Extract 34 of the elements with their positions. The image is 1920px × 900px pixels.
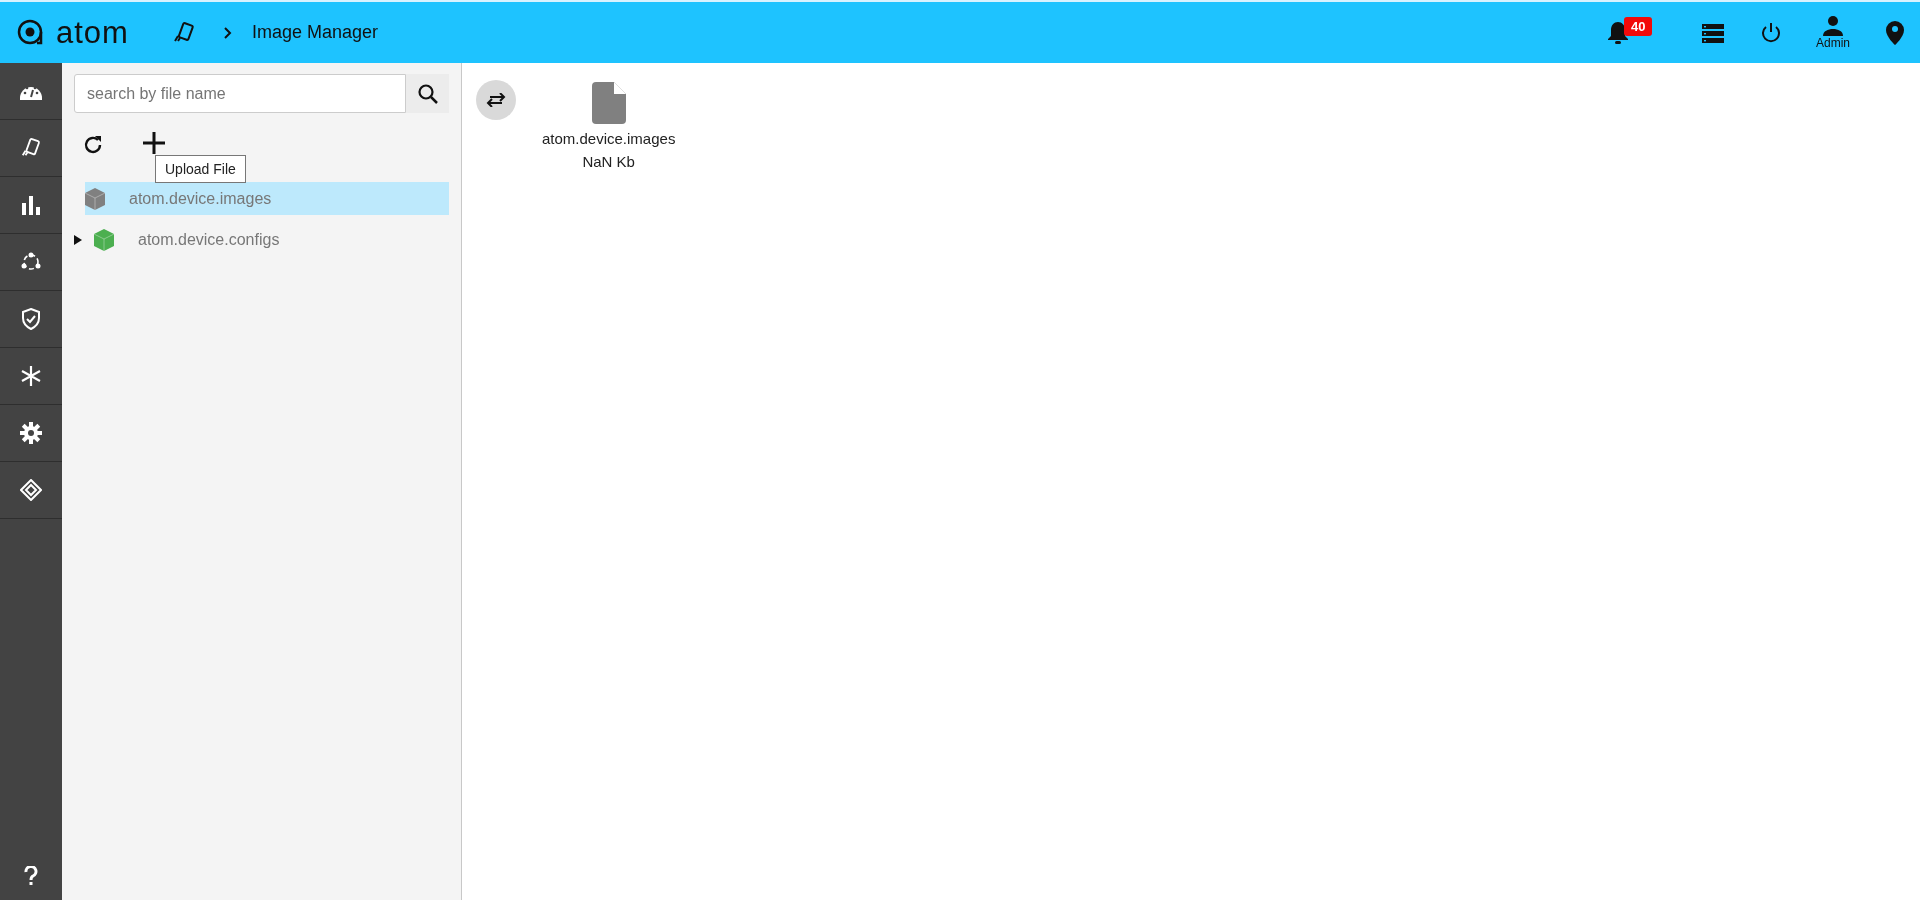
devices-icon[interactable] [20,137,42,159]
bell-icon[interactable] [1606,19,1630,46]
tree-item[interactable]: atom.device.configs [74,223,449,256]
user-icon [1822,15,1844,36]
power-icon[interactable] [1760,21,1782,44]
server-list-icon[interactable] [1702,22,1724,43]
swap-button[interactable] [476,80,516,120]
file-name: atom.device.images [542,130,676,147]
tree-item[interactable]: atom.device.images [85,182,449,215]
swap-arrows-icon [486,93,506,107]
help-icon[interactable] [24,866,38,886]
shield-check-icon[interactable] [21,308,41,330]
caret-icon[interactable] [74,234,82,245]
bar-chart-icon[interactable] [21,195,41,215]
file-icon[interactable] [591,82,626,124]
cube-icon [85,187,105,210]
network-icon[interactable] [20,251,42,273]
file-size: NaN Kb [582,153,635,170]
location-pin-icon[interactable] [1886,20,1904,45]
search-button[interactable] [406,74,449,113]
add-icon[interactable] [142,131,166,155]
cube-outline-icon[interactable] [20,479,42,501]
settings-icon[interactable] [20,422,42,444]
logo-text: atom [56,14,129,51]
tooltip: Upload File [155,155,246,183]
search-field[interactable]: search by file name [74,74,407,113]
cube-icon [94,228,114,251]
search-icon [416,82,439,105]
snowflake-icon[interactable] [20,365,42,387]
user-menu[interactable]: Admin [1816,15,1850,50]
breadcrumb-title: Image Manager [252,22,379,43]
chevron-right-icon [222,25,234,40]
notification-badge: 40 [1624,16,1653,36]
refresh-icon[interactable] [82,134,104,156]
